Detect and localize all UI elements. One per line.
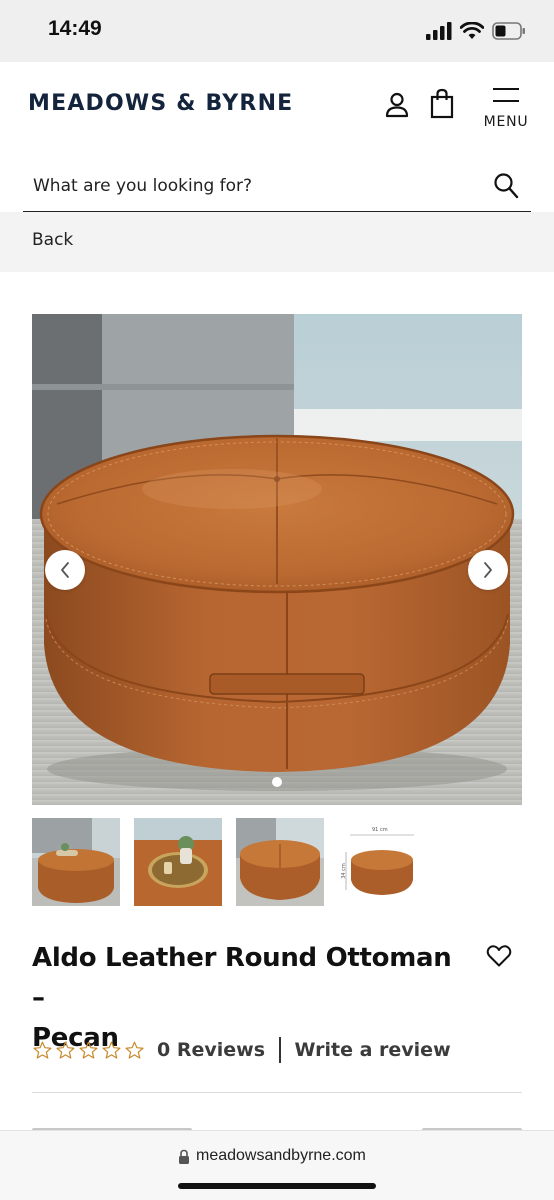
reviews-count-link[interactable]: 0 Reviews bbox=[157, 1039, 265, 1061]
thumbnail-image bbox=[236, 818, 324, 906]
menu-button[interactable]: MENU bbox=[480, 84, 532, 136]
product-main-image bbox=[32, 314, 522, 805]
battery-icon bbox=[492, 22, 525, 40]
search-button[interactable] bbox=[493, 172, 519, 200]
heart-icon bbox=[486, 945, 512, 967]
carousel-dots bbox=[32, 777, 522, 787]
brand-logo[interactable]: MEADOWS & BYRNE bbox=[28, 91, 293, 116]
star-rating[interactable] bbox=[32, 1040, 145, 1061]
dimension-width-label: 91 cm bbox=[372, 827, 388, 833]
ottoman-front-view-thumbnail[interactable] bbox=[236, 818, 324, 906]
thumbnail-image bbox=[134, 818, 222, 906]
star-outline-icon bbox=[79, 1041, 98, 1059]
home-indicator[interactable] bbox=[178, 1183, 376, 1189]
account-icon bbox=[385, 92, 409, 118]
dimension-height-label: 34 cm bbox=[340, 863, 347, 879]
back-link[interactable]: Back bbox=[32, 230, 73, 250]
thumbnail-strip: 91 cm 34 cm bbox=[32, 818, 522, 906]
ottoman-living-room-thumbnail[interactable] bbox=[32, 818, 120, 906]
site-header: MEADOWS & BYRNE MENU bbox=[0, 62, 554, 152]
search-input[interactable] bbox=[33, 170, 473, 202]
product-image-gallery[interactable] bbox=[32, 314, 522, 805]
search-bar bbox=[23, 160, 531, 212]
chevron-left-icon bbox=[61, 562, 69, 578]
hamburger-menu-icon bbox=[493, 88, 519, 102]
status-time: 14:49 bbox=[48, 17, 102, 40]
url-text[interactable]: meadowsandbyrne.com bbox=[196, 1147, 366, 1165]
next-image-button[interactable] bbox=[468, 550, 508, 590]
status-bar: 14:49 bbox=[0, 0, 554, 62]
chevron-right-icon bbox=[484, 562, 492, 578]
browser-url-bar[interactable]: meadowsandbyrne.com bbox=[0, 1130, 554, 1200]
star-outline-icon bbox=[102, 1041, 121, 1059]
wifi-icon bbox=[460, 22, 484, 39]
search-icon bbox=[494, 173, 519, 199]
star-outline-icon bbox=[125, 1041, 144, 1059]
cart-button[interactable] bbox=[428, 88, 456, 120]
product-title-line-1: Aldo Leather Round Ottoman – bbox=[32, 943, 452, 1013]
write-review-link[interactable]: Write a review bbox=[295, 1039, 451, 1061]
cellular-signal-icon bbox=[426, 22, 452, 40]
star-outline-icon bbox=[33, 1041, 52, 1059]
rating-divider bbox=[279, 1037, 281, 1063]
lock-icon bbox=[179, 1149, 189, 1164]
previous-image-button[interactable] bbox=[45, 550, 85, 590]
section-divider bbox=[32, 1092, 522, 1093]
rating-row: 0 Reviews Write a review bbox=[32, 1034, 451, 1066]
wishlist-button[interactable] bbox=[486, 944, 512, 968]
ottoman-dimensions-thumbnail[interactable]: 91 cm 34 cm bbox=[338, 818, 426, 906]
menu-label: MENU bbox=[483, 114, 529, 130]
status-icons bbox=[426, 20, 526, 42]
star-outline-icon bbox=[56, 1041, 75, 1059]
thumbnail-image bbox=[32, 818, 120, 906]
carousel-dot-active[interactable] bbox=[272, 777, 282, 787]
account-button[interactable] bbox=[382, 90, 412, 120]
back-bar: Back bbox=[0, 212, 554, 272]
ottoman-with-tray-thumbnail[interactable] bbox=[134, 818, 222, 906]
shopping-bag-icon bbox=[430, 88, 454, 119]
